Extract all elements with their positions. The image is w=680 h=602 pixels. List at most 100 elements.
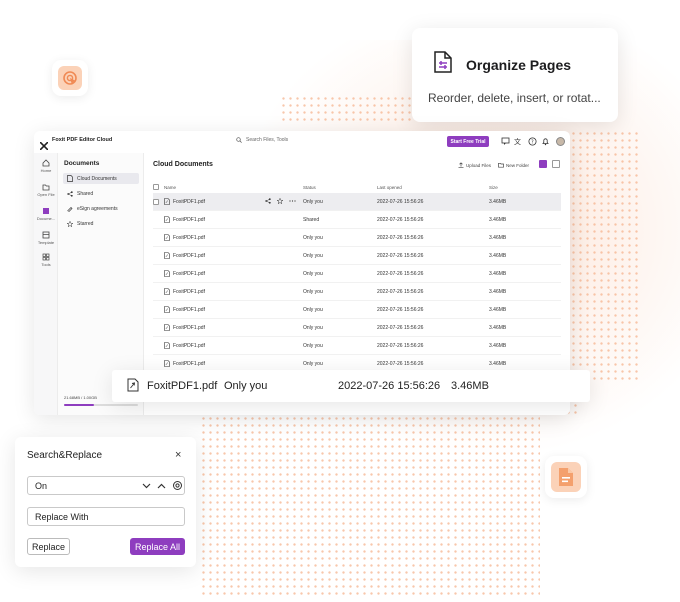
cloud-document-icon xyxy=(67,175,73,182)
search-replace-panel: Search&Replace × On Replace With Replace… xyxy=(15,437,196,567)
file-status: Only you xyxy=(303,307,323,313)
list-view-toggle[interactable] xyxy=(539,160,547,168)
row-card-size: 3.46MB xyxy=(451,380,489,392)
grid-view-toggle[interactable] xyxy=(552,160,560,168)
file-size: 3.46MB xyxy=(489,271,507,277)
table-row[interactable]: FoxitPDF1.pdf Only you 2022-07-26 15:56:26… xyxy=(153,283,561,301)
pdf-file-icon xyxy=(164,252,170,261)
panel-item-label: Cloud Documents xyxy=(77,175,117,182)
close-icon[interactable]: × xyxy=(175,449,181,461)
row-actions xyxy=(265,198,296,204)
share-icon xyxy=(67,190,73,197)
table-row[interactable]: FoxitPDF1.pdf Only you 2022-07-26 15:56:26… xyxy=(153,193,561,211)
storage-progress-fill xyxy=(64,404,94,406)
chevron-up-icon[interactable] xyxy=(157,483,166,489)
column-header-last-opened[interactable]: Last opened xyxy=(377,185,402,190)
rail-item-open-file[interactable]: Open File xyxy=(34,183,58,197)
table-header: Name Status Last opened Size xyxy=(153,182,561,192)
star-icon[interactable] xyxy=(277,198,283,204)
replace-button[interactable]: Replace xyxy=(27,538,70,555)
panel-item-esign[interactable]: eSign agreements xyxy=(63,203,139,214)
organize-pages-subtitle: Reorder, delete, insert, or rotat... xyxy=(428,91,601,105)
help-icon[interactable]: ? xyxy=(528,137,537,146)
storage-progress xyxy=(64,404,138,406)
panel-item-label: Starred xyxy=(77,220,94,227)
pdf-file-icon xyxy=(164,324,170,333)
upload-files-label: Upload Files xyxy=(466,162,492,168)
translate-icon[interactable]: 文 xyxy=(514,137,523,146)
search-input[interactable]: On xyxy=(27,476,185,495)
tools-icon xyxy=(42,253,50,261)
rail-label: Template xyxy=(37,240,55,245)
file-name: FoxitPDF1.pdf xyxy=(173,307,205,313)
file-size: 3.46MB xyxy=(489,325,507,331)
file-last-opened: 2022-07-26 15:56:26 xyxy=(377,235,424,241)
organize-pages-card[interactable]: Organize Pages Reorder, delete, insert, … xyxy=(412,28,618,122)
table-row[interactable]: FoxitPDF1.pdf Only you 2022-07-26 15:56:26… xyxy=(153,265,561,283)
table-row[interactable]: FoxitPDF1.pdf Shared 2022-07-26 15:56:26 3.… xyxy=(153,211,561,229)
pdf-file-icon xyxy=(127,378,139,395)
more-options-icon[interactable] xyxy=(289,198,296,204)
rail-item-tools[interactable]: Tools xyxy=(34,253,58,267)
panel-item-starred[interactable]: Starred xyxy=(63,218,139,229)
rail-item-home[interactable]: Home xyxy=(34,159,58,173)
file-last-opened: 2022-07-26 15:56:26 xyxy=(377,307,424,313)
file-name: FoxitPDF1.pdf xyxy=(173,253,205,259)
row-checkbox[interactable] xyxy=(153,199,159,205)
cursor-click-icon xyxy=(58,66,82,90)
table-row[interactable]: FoxitPDF1.pdf Only you 2022-07-26 15:56:26… xyxy=(153,301,561,319)
column-header-size[interactable]: Size xyxy=(489,185,498,190)
replace-input[interactable]: Replace With xyxy=(27,507,185,526)
file-row-card[interactable]: FoxitPDF1.pdf Only you 2022-07-26 15:56:… xyxy=(112,370,590,402)
file-name: FoxitPDF1.pdf xyxy=(173,361,205,367)
share-icon[interactable] xyxy=(265,198,271,204)
file-status: Only you xyxy=(303,325,323,331)
panel-item-shared[interactable]: Shared xyxy=(63,188,139,199)
pdf-file-icon xyxy=(164,360,170,369)
notification-bell-icon[interactable] xyxy=(541,137,550,146)
rail-label: Docume... xyxy=(36,216,56,221)
row-card-status: Only you xyxy=(224,380,268,392)
start-free-trial-button[interactable]: Start Free Trial xyxy=(447,136,489,147)
dot-pattern xyxy=(280,95,430,125)
panel-item-cloud-documents[interactable]: Cloud Documents xyxy=(63,173,139,184)
search-replace-title: Search&Replace xyxy=(27,450,103,461)
feedback-icon[interactable] xyxy=(501,137,510,146)
rail-label: Home xyxy=(40,168,52,173)
file-status: Only you xyxy=(303,289,323,295)
dot-pattern xyxy=(570,130,640,380)
pdf-file-icon xyxy=(164,198,170,207)
table-row[interactable]: FoxitPDF1.pdf Only you 2022-07-26 15:56:26… xyxy=(153,337,561,355)
file-name: FoxitPDF1.pdf xyxy=(173,271,205,277)
pdf-file-icon xyxy=(164,288,170,297)
file-size: 3.46MB xyxy=(489,289,507,295)
table-row[interactable]: FoxitPDF1.pdf Only you 2022-07-26 15:56:26… xyxy=(153,229,561,247)
table-row[interactable]: FoxitPDF1.pdf Only you 2022-07-26 15:56:26… xyxy=(153,247,561,265)
new-folder-button[interactable]: New Folder xyxy=(498,162,529,168)
chevron-down-icon[interactable] xyxy=(142,483,151,489)
template-icon xyxy=(42,231,50,239)
file-size: 3.46MB xyxy=(489,307,507,313)
select-all-checkbox[interactable] xyxy=(153,184,159,190)
rail-item-template[interactable]: Template xyxy=(34,231,58,245)
search-settings-icon[interactable] xyxy=(172,480,183,491)
column-header-name[interactable]: Name xyxy=(164,185,176,190)
file-name: FoxitPDF1.pdf xyxy=(173,325,205,331)
file-size: 3.46MB xyxy=(489,217,507,223)
page-title: Cloud Documents xyxy=(153,161,213,168)
replace-all-button[interactable]: Replace All xyxy=(130,538,185,555)
file-status: Only you xyxy=(303,343,323,349)
search-box[interactable]: Search Files, Tools xyxy=(236,137,288,143)
column-header-status[interactable]: Status xyxy=(303,185,316,190)
row-card-date: 2022-07-26 15:56:26 xyxy=(338,380,441,392)
rail-item-documents[interactable]: Docume... xyxy=(34,207,58,221)
open-file-icon xyxy=(42,184,50,191)
pdf-file-icon xyxy=(164,270,170,279)
file-status: Only you xyxy=(303,199,323,205)
table-row[interactable]: FoxitPDF1.pdf Only you 2022-07-26 15:56:26… xyxy=(153,319,561,337)
organize-pages-title: Organize Pages xyxy=(466,56,572,73)
file-size: 3.46MB xyxy=(489,199,507,205)
file-name: FoxitPDF1.pdf xyxy=(173,343,205,349)
avatar[interactable] xyxy=(556,137,565,146)
upload-files-button[interactable]: Upload Files xyxy=(458,162,491,168)
